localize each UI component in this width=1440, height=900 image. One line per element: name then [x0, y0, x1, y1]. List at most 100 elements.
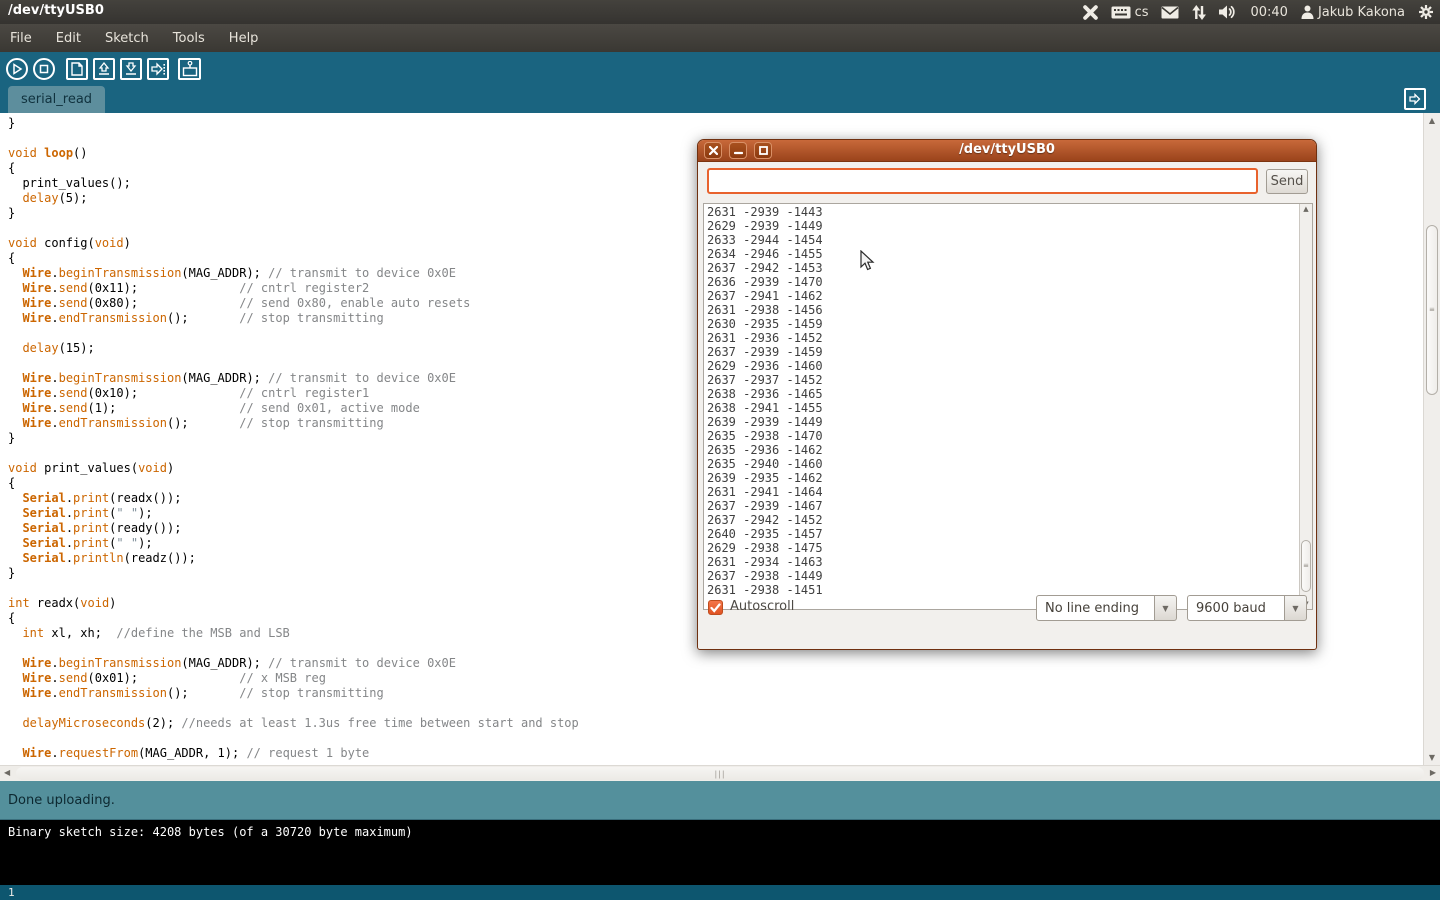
code-line: [8, 731, 579, 746]
serial-data-row: 2630 -2935 -1459: [707, 317, 823, 331]
serial-data-row: 2639 -2935 -1462: [707, 471, 823, 485]
editor-horizontal-scroll-thumb[interactable]: |||: [16, 767, 1424, 780]
serial-data-row: 2629 -2936 -1460: [707, 359, 823, 373]
volume-icon[interactable]: [1219, 5, 1237, 19]
stop-button[interactable]: [33, 58, 55, 80]
indicator-icon[interactable]: [1083, 5, 1098, 20]
menu-item-tools[interactable]: Tools: [161, 26, 217, 51]
code-area[interactable]: } void loop() { print_values(); delay(5);…: [8, 116, 579, 761]
serial-data-row: 2637 -2942 -1453: [707, 261, 823, 275]
open-button[interactable]: [93, 58, 115, 80]
scroll-down-icon[interactable]: ▼: [1424, 753, 1440, 762]
serial-data-row: 2635 -2940 -1460: [707, 457, 823, 471]
code-line: Wire.endTransmission(); // stop transmit…: [8, 416, 579, 431]
clock-label: 00:40: [1250, 5, 1287, 20]
code-line: Wire.beginTransmission(MAG_ADDR); // tra…: [8, 656, 579, 671]
user-indicator[interactable]: Jakub Kakona: [1301, 5, 1405, 20]
code-line: delayMicroseconds(2); //needs at least 1…: [8, 716, 579, 731]
serial-window-titlebar[interactable]: /dev/ttyUSB0: [698, 140, 1316, 162]
clock-indicator[interactable]: 00:40: [1250, 5, 1287, 20]
console-text: Binary sketch size: 4208 bytes (of a 307…: [8, 825, 413, 839]
serial-data-row: 2635 -2938 -1470: [707, 429, 823, 443]
editor-horizontal-scrollbar[interactable]: ◀ ||| ▶: [0, 765, 1440, 781]
scroll-up-icon[interactable]: ▲: [1424, 116, 1440, 125]
serial-data-row: 2638 -2936 -1465: [707, 387, 823, 401]
tab-serial-read[interactable]: serial_read: [8, 86, 105, 113]
serial-monitor-button[interactable]: [178, 58, 201, 80]
panel-window-title: /dev/ttyUSB0: [8, 3, 104, 18]
serial-data-row: 2631 -2936 -1452: [707, 331, 823, 345]
toolbar: [0, 52, 1440, 86]
verify-button[interactable]: [6, 58, 28, 80]
keyboard-indicator[interactable]: cs: [1111, 5, 1149, 20]
user-name-label: Jakub Kakona: [1318, 5, 1405, 20]
top-panel: /dev/ttyUSB0 cs 00:40: [0, 0, 1440, 24]
serial-data-row: 2629 -2938 -1475: [707, 541, 823, 555]
console-output: Binary sketch size: 4208 bytes (of a 307…: [0, 819, 1440, 885]
keyboard-icon: [1111, 6, 1131, 19]
serial-data-row: 2637 -2941 -1462: [707, 289, 823, 303]
serial-vertical-scrollbar[interactable]: ▲ ≡ ▼: [1299, 204, 1312, 609]
send-button[interactable]: Send: [1266, 169, 1308, 194]
scroll-left-icon[interactable]: ◀: [4, 768, 10, 777]
menu-bar: FileEditSketchToolsHelp: [0, 24, 1440, 52]
serial-data-row: 2631 -2934 -1463: [707, 555, 823, 569]
sync-arrows-icon[interactable]: [1192, 5, 1206, 20]
code-line: [8, 641, 579, 656]
editor-vertical-scroll-thumb[interactable]: ≡: [1426, 225, 1438, 395]
scroll-right-icon[interactable]: ▶: [1430, 768, 1436, 777]
code-line: [8, 581, 579, 596]
upload-button[interactable]: [147, 58, 169, 80]
scroll-up-icon[interactable]: ▲: [1300, 205, 1312, 213]
code-line: Wire.send(0x80); // send 0x80, enable au…: [8, 296, 579, 311]
code-line: void config(void): [8, 236, 579, 251]
code-line: }: [8, 116, 579, 131]
footer-strip: 1: [0, 885, 1440, 900]
code-line: [8, 131, 579, 146]
tab-menu-arrow-icon[interactable]: [1404, 88, 1426, 110]
serial-data-row: 2635 -2936 -1462: [707, 443, 823, 457]
code-line: Serial.print(" ");: [8, 536, 579, 551]
code-line: Serial.print(" ");: [8, 506, 579, 521]
code-line: print_values();: [8, 176, 579, 191]
new-sketch-button[interactable]: [66, 58, 88, 80]
mail-icon[interactable]: [1161, 6, 1179, 19]
serial-data-row: 2633 -2944 -1454: [707, 233, 823, 247]
serial-data-row: 2640 -2935 -1457: [707, 527, 823, 541]
baud-rate-value: 9600 baud: [1196, 601, 1266, 616]
autoscroll-label: Autoscroll: [730, 599, 794, 614]
code-line: [8, 326, 579, 341]
code-line: {: [8, 476, 579, 491]
serial-data-row: 2637 -2939 -1467: [707, 499, 823, 513]
menu-item-edit[interactable]: Edit: [44, 26, 93, 51]
baud-rate-dropdown-arrow-icon[interactable]: ▼: [1285, 595, 1307, 621]
code-line: }: [8, 206, 579, 221]
user-icon: [1301, 5, 1314, 19]
send-button-label: Send: [1271, 174, 1304, 189]
save-button[interactable]: [120, 58, 142, 80]
menu-item-sketch[interactable]: Sketch: [93, 26, 161, 51]
serial-data-row: 2631 -2938 -1456: [707, 303, 823, 317]
code-line: delay(5);: [8, 191, 579, 206]
code-line: [8, 446, 579, 461]
serial-data-row: 2634 -2946 -1455: [707, 247, 823, 261]
baud-rate-select[interactable]: 9600 baud: [1187, 595, 1285, 621]
serial-monitor-window: /dev/ttyUSB0 Send 2631 -2939 -14432629 -…: [697, 139, 1317, 650]
menu-item-help[interactable]: Help: [217, 26, 271, 51]
serial-data-row: 2638 -2941 -1455: [707, 401, 823, 415]
line-ending-dropdown-arrow-icon[interactable]: ▼: [1155, 595, 1177, 621]
autoscroll-checkbox[interactable]: [708, 600, 723, 615]
serial-data-row: 2637 -2942 -1452: [707, 513, 823, 527]
serial-data-row: 2631 -2939 -1443: [707, 205, 823, 219]
serial-data-row: 2637 -2938 -1449: [707, 569, 823, 583]
session-gear-icon[interactable]: [1418, 4, 1434, 20]
tab-bar: serial_read: [0, 86, 1440, 113]
code-line: {: [8, 251, 579, 266]
serial-output[interactable]: 2631 -2939 -14432629 -2939 -14492633 -29…: [703, 203, 1313, 610]
code-line: void loop(): [8, 146, 579, 161]
serial-scroll-thumb[interactable]: ≡: [1301, 540, 1311, 592]
menu-item-file[interactable]: File: [0, 26, 44, 51]
line-ending-select[interactable]: No line ending: [1036, 595, 1155, 621]
editor-vertical-scrollbar[interactable]: ▲ ≡ ▼: [1423, 113, 1440, 765]
serial-input[interactable]: [707, 168, 1258, 194]
